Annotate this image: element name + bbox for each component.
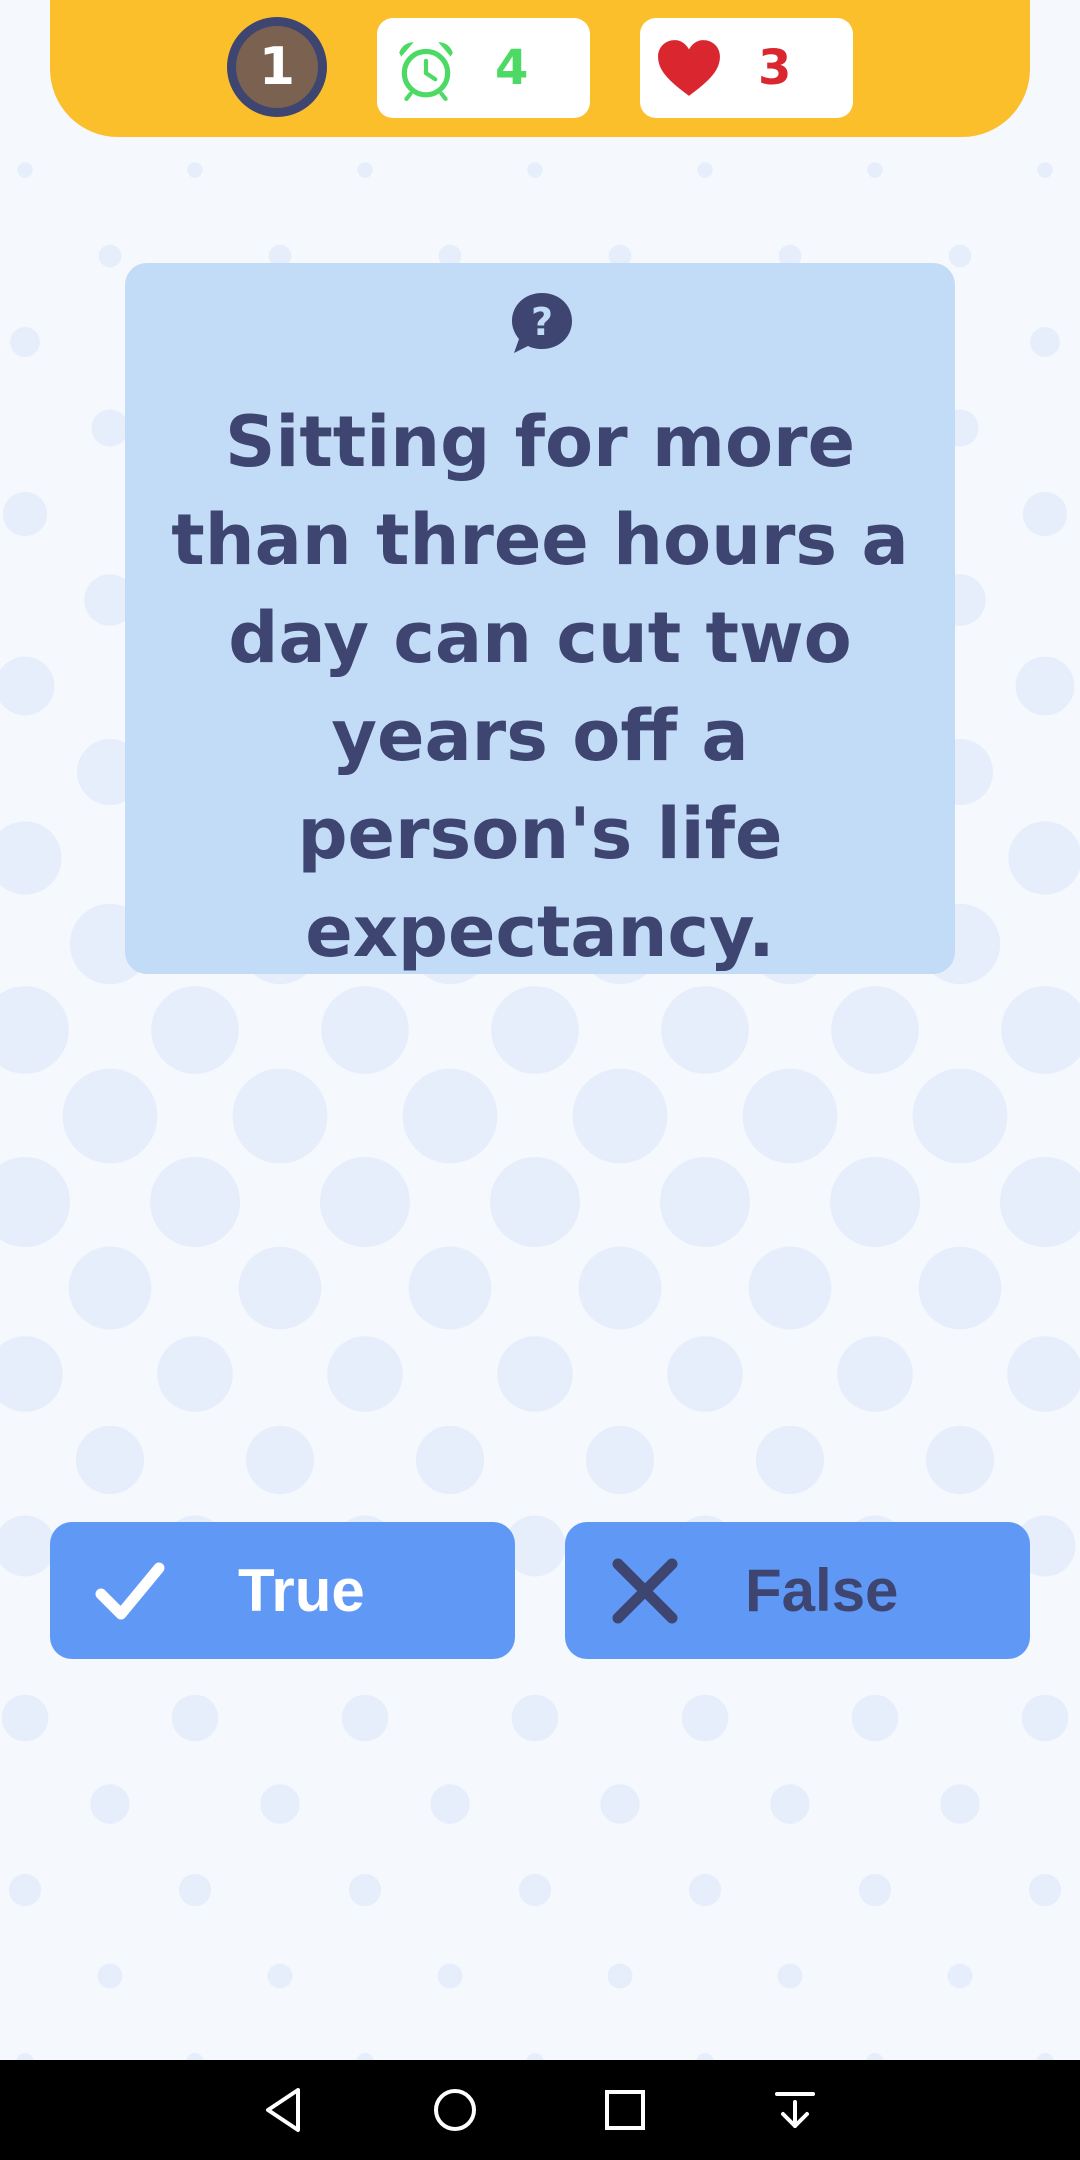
heart-icon	[658, 40, 720, 96]
lives-value: 3	[758, 40, 792, 96]
level-badge: 1	[227, 17, 327, 117]
true-button-label: True	[238, 1557, 365, 1624]
home-icon[interactable]	[425, 2080, 485, 2140]
check-icon	[95, 1562, 165, 1620]
recents-icon[interactable]	[595, 2080, 655, 2140]
timer-value: 4	[495, 40, 529, 96]
svg-text:?: ?	[531, 300, 553, 344]
top-status-bar: 1 4 3	[50, 0, 1030, 137]
back-icon[interactable]	[254, 2080, 314, 2140]
lives-counter: 3	[640, 18, 853, 118]
false-button-label: False	[745, 1557, 899, 1624]
timer-counter: 4	[377, 18, 590, 118]
level-number: 1	[258, 37, 296, 97]
alarm-clock-icon	[399, 42, 453, 101]
true-button[interactable]: True	[50, 1522, 515, 1659]
question-card: ? Sitting for more than three hours a da…	[125, 263, 955, 974]
question-bubble-icon: ?	[512, 293, 572, 353]
x-icon	[612, 1558, 678, 1624]
question-text: Sitting for more than three hours a day …	[171, 401, 909, 973]
system-navigation-bar	[0, 2060, 1080, 2160]
menu-down-icon[interactable]	[765, 2080, 825, 2140]
false-button[interactable]: False	[565, 1522, 1030, 1659]
